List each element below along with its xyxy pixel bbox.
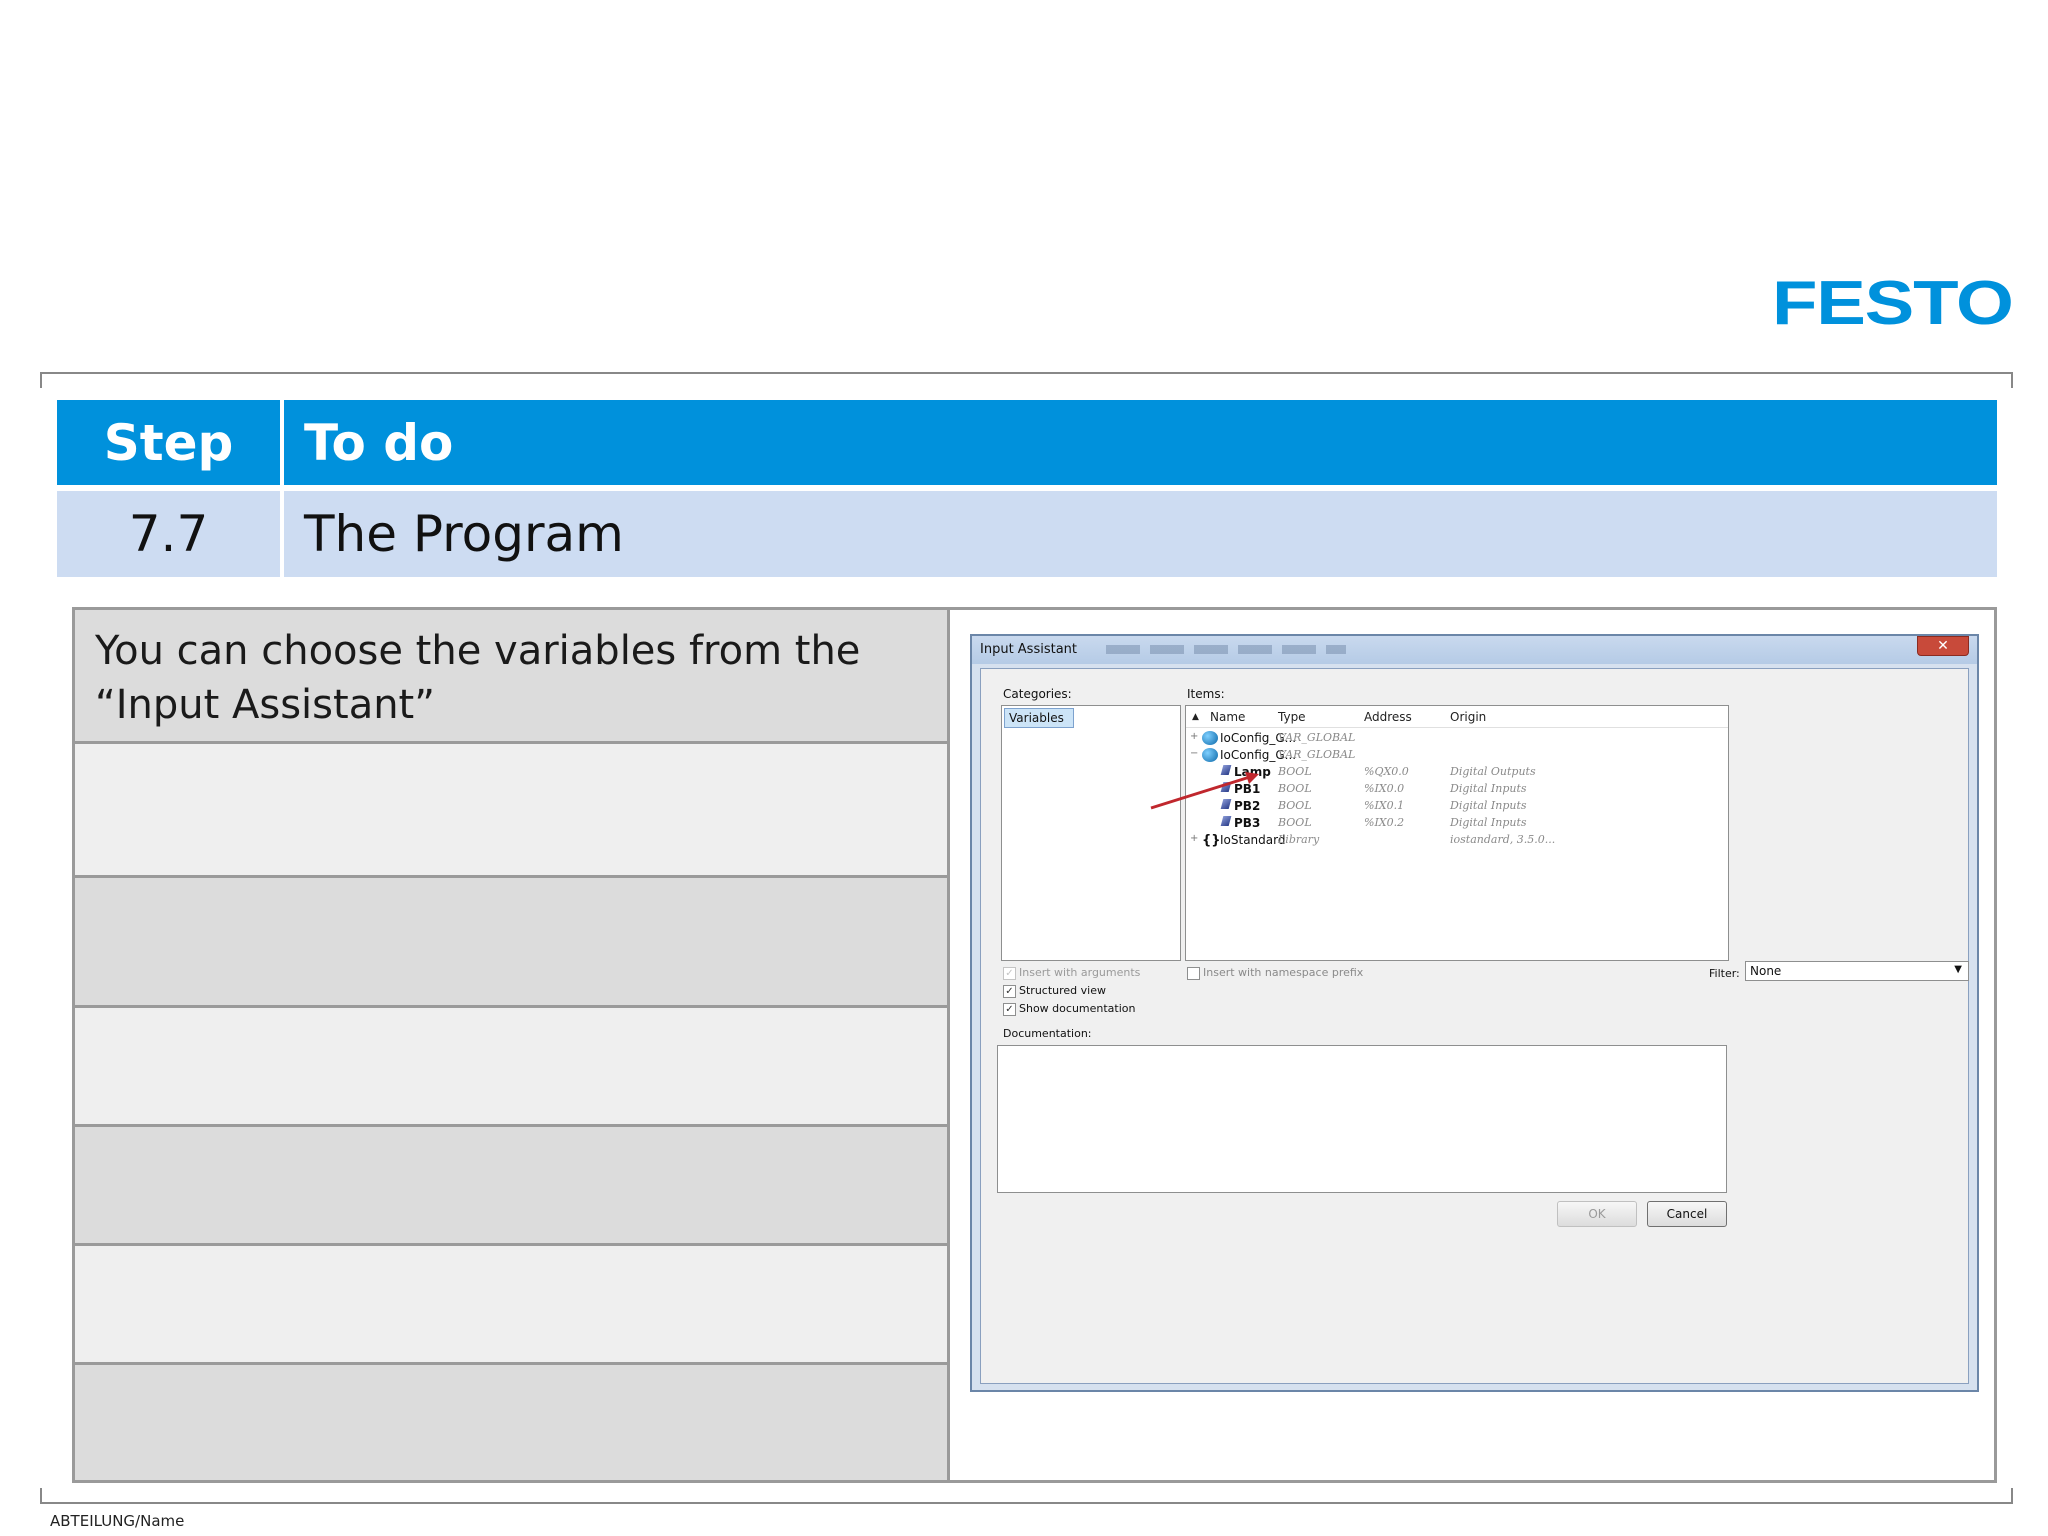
expand-icon[interactable]: + xyxy=(1190,833,1198,844)
cancel-button[interactable]: Cancel xyxy=(1647,1201,1727,1227)
empty-row xyxy=(75,1365,947,1480)
empty-row xyxy=(75,1246,947,1365)
item-type: BOOL xyxy=(1278,765,1312,778)
festo-logo: FESTO xyxy=(1772,269,2014,338)
item-type: VAR_GLOBAL xyxy=(1278,731,1356,744)
insert-with-namespace-label: Insert with namespace prefix xyxy=(1203,966,1364,979)
expand-icon[interactable]: + xyxy=(1190,731,1198,742)
dialog-title-bar: Input Assistant ✕ xyxy=(972,636,1977,664)
item-address: %IX0.0 xyxy=(1364,782,1405,795)
step-column-header: Step xyxy=(103,413,234,472)
instruction-line-1: You can choose the variables from the xyxy=(95,628,861,674)
footer-department: ABTEILUNG/Name xyxy=(50,1512,185,1530)
dialog-body: Categories: Variables Items: ▲ Name Type… xyxy=(980,668,1969,1384)
items-label: Items: xyxy=(1187,687,1225,701)
sort-up-icon[interactable]: ▲ xyxy=(1192,712,1199,722)
category-item-variables[interactable]: Variables xyxy=(1004,708,1074,728)
instruction-line-2: “Input Assistant” xyxy=(95,682,435,728)
item-address: %QX0.0 xyxy=(1364,765,1409,778)
filter-select[interactable]: None ▼ xyxy=(1745,961,1969,981)
input-assistant-dialog: Input Assistant ✕ Categories: Variables … xyxy=(970,634,1979,1392)
show-documentation-label: Show documentation xyxy=(1019,1002,1136,1015)
item-type: BOOL xyxy=(1278,799,1312,812)
column-header-name[interactable]: Name xyxy=(1210,710,1245,724)
item-type: Library xyxy=(1278,833,1320,846)
item-type: BOOL xyxy=(1278,816,1312,829)
todo-column-header: To do xyxy=(280,400,1997,485)
annotation-arrow-icon xyxy=(1150,772,1259,810)
item-name: IoStandard xyxy=(1220,833,1286,847)
step-table: Step To do 7.7 The Program xyxy=(57,400,1997,577)
item-origin: Digital Outputs xyxy=(1450,765,1536,778)
blurred-menu-bar xyxy=(1106,645,1346,654)
structured-view-checkbox[interactable]: ✓ xyxy=(1003,985,1016,998)
empty-row xyxy=(75,1008,947,1127)
documentation-label: Documentation: xyxy=(1003,1027,1092,1040)
empty-row xyxy=(75,878,947,1008)
dialog-title: Input Assistant xyxy=(980,642,1078,657)
chevron-down-icon: ▼ xyxy=(1954,964,1962,975)
step-table-row: 7.7 The Program xyxy=(57,491,1997,577)
ok-button[interactable]: OK xyxy=(1557,1201,1637,1227)
item-address: %IX0.2 xyxy=(1364,816,1405,829)
close-icon[interactable]: ✕ xyxy=(1917,636,1969,656)
filter-label: Filter: xyxy=(1709,967,1740,980)
documentation-textarea[interactable] xyxy=(997,1045,1727,1193)
item-origin: Digital Inputs xyxy=(1450,782,1527,795)
empty-row xyxy=(75,1127,947,1246)
step-title: The Program xyxy=(280,491,1997,577)
filter-value: None xyxy=(1750,964,1782,978)
top-frame-rule xyxy=(40,372,2013,388)
structured-view-label: Structured view xyxy=(1019,984,1106,997)
item-origin: Digital Inputs xyxy=(1450,799,1527,812)
bottom-frame-rule xyxy=(40,1488,2013,1504)
empty-row xyxy=(75,744,947,878)
item-type: BOOL xyxy=(1278,782,1312,795)
items-tree: ▲ Name Type Address Origin + IoConfig_G.… xyxy=(1185,705,1729,961)
insert-with-arguments-label: Insert with arguments xyxy=(1019,966,1141,979)
item-origin: iostandard, 3.5.0... xyxy=(1450,833,1556,846)
items-header: ▲ Name Type Address Origin xyxy=(1186,706,1728,728)
categories-list: Variables xyxy=(1001,705,1181,961)
step-number: 7.7 xyxy=(128,505,209,563)
item-address: %IX0.1 xyxy=(1364,799,1405,812)
library-icon: {} xyxy=(1202,833,1221,848)
column-header-origin[interactable]: Origin xyxy=(1450,710,1486,724)
instruction-row: You can choose the variables from the “I… xyxy=(75,610,947,744)
insert-with-namespace-checkbox[interactable] xyxy=(1187,967,1200,980)
collapse-icon[interactable]: − xyxy=(1190,748,1198,759)
globe-icon xyxy=(1202,731,1218,745)
tree-row[interactable]: + {} IoStandard Library iostandard, 3.5.… xyxy=(1186,830,1728,852)
instruction-column: You can choose the variables from the “I… xyxy=(75,610,950,1480)
item-origin: Digital Inputs xyxy=(1450,816,1527,829)
item-type: VAR_GLOBAL xyxy=(1278,748,1356,761)
step-table-header-row: Step To do xyxy=(57,400,1997,485)
show-documentation-checkbox[interactable]: ✓ xyxy=(1003,1003,1016,1016)
column-header-address[interactable]: Address xyxy=(1364,710,1412,724)
column-header-type[interactable]: Type xyxy=(1278,710,1306,724)
insert-with-arguments-checkbox[interactable]: ✓ xyxy=(1003,967,1016,980)
categories-label: Categories: xyxy=(1003,687,1072,701)
